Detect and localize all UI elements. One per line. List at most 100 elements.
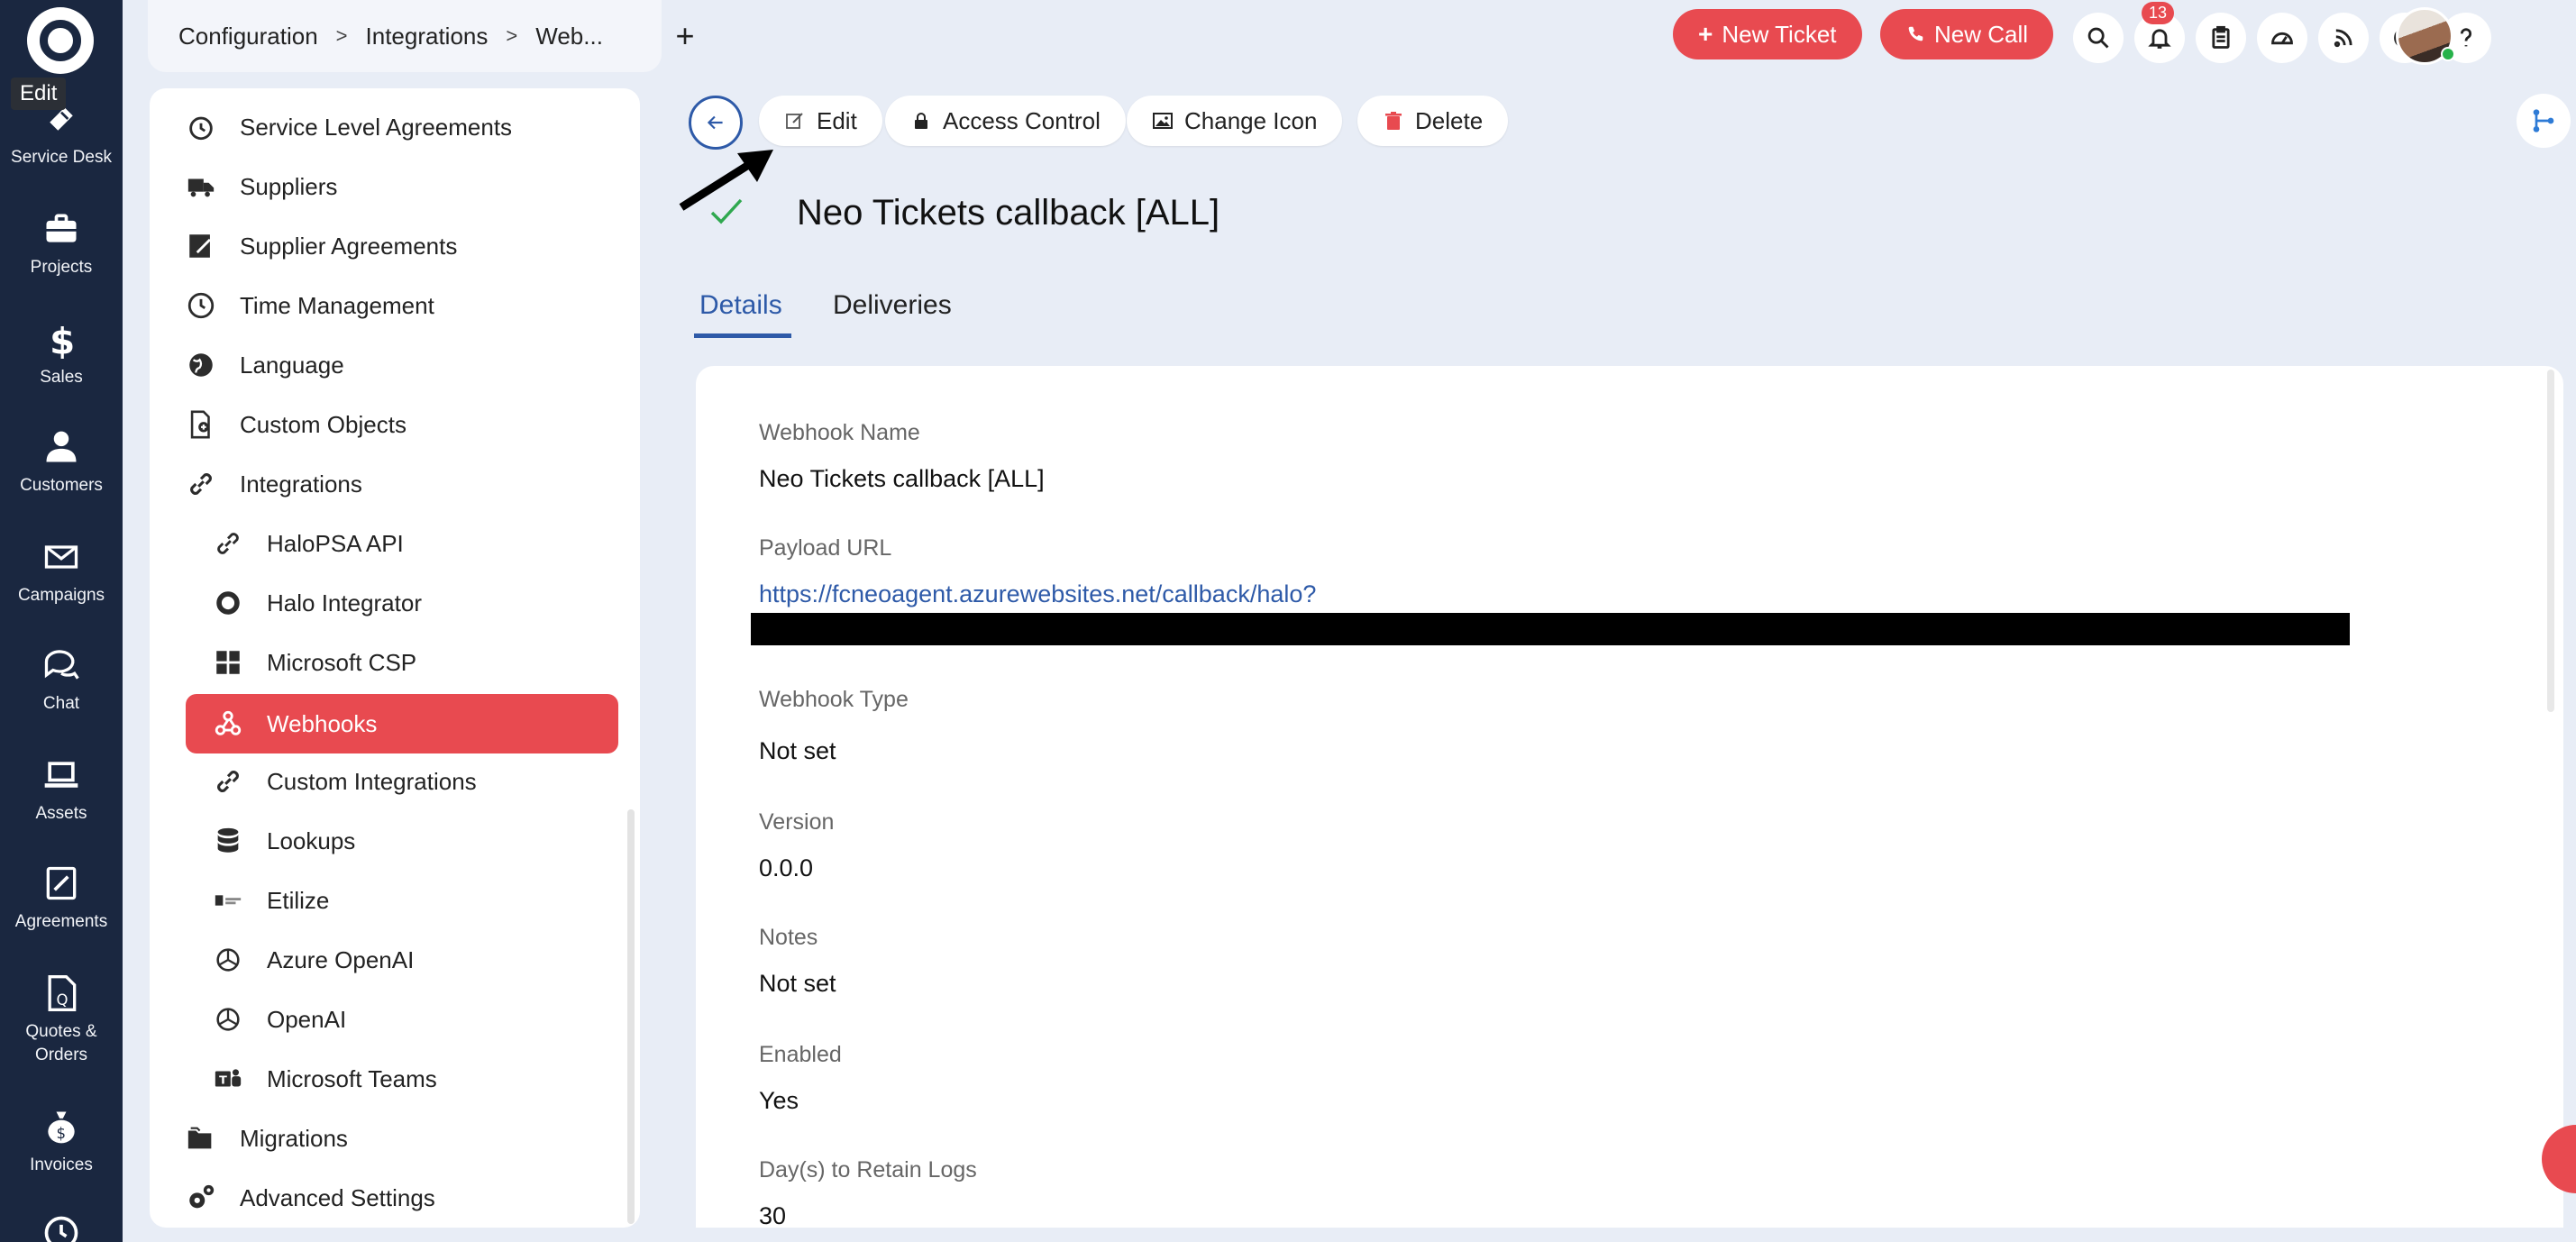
flow-button[interactable]	[2517, 94, 2571, 148]
plus-icon: +	[1698, 20, 1713, 48]
sidebar-item-lookups[interactable]: Lookups	[213, 815, 609, 867]
tab-details[interactable]: Details	[699, 290, 782, 321]
active-tab-indicator	[694, 333, 791, 338]
sidebar-item-time-management[interactable]: Time Management	[186, 279, 609, 332]
breadcrumb-separator: >	[335, 24, 348, 47]
sidebar-item-custom-objects[interactable]: Custom Objects	[186, 398, 609, 451]
access-control-button[interactable]: Access Control	[885, 96, 1126, 146]
sidebar-item-webhooks[interactable]: Webhooks	[186, 694, 618, 753]
search-button[interactable]	[2073, 13, 2124, 63]
breadcrumb-item[interactable]: Web...	[535, 23, 603, 50]
rail-item-chat[interactable]: Chat	[0, 645, 123, 716]
quote-document-icon: Q	[48, 975, 77, 1011]
sidebar-scrollbar[interactable]	[627, 809, 635, 1224]
back-button[interactable]	[689, 96, 743, 150]
sidebar-item-label: Supplier Agreements	[240, 232, 458, 260]
rail-label: Orders	[34, 1046, 88, 1064]
gears-icon	[189, 1184, 215, 1209]
folders-icon	[187, 1127, 212, 1149]
retain-logs-label: Day(s) to Retain Logs	[759, 1157, 977, 1183]
new-call-button[interactable]: New Call	[1880, 9, 2054, 59]
page-title: Neo Tickets callback [ALL]	[797, 193, 1220, 233]
rail-label: Assets	[35, 804, 87, 823]
sidebar-item-microsoft-teams[interactable]: T Microsoft Teams	[213, 1053, 609, 1105]
clipboard-icon	[2212, 25, 2230, 49]
rail-item-more[interactable]	[0, 1213, 123, 1242]
sidebar-item-label: Azure OpenAI	[267, 945, 415, 973]
change-icon-button[interactable]: Change Icon	[1127, 96, 1343, 146]
sidebar-item-custom-integrations[interactable]: Custom Integrations	[213, 755, 609, 808]
sidebar-item-label: Halo Integrator	[267, 589, 422, 616]
rss-icon	[2334, 29, 2352, 48]
person-icon	[46, 431, 77, 462]
webhook-icon	[215, 710, 242, 735]
image-icon	[1153, 113, 1173, 129]
delete-label: Delete	[1415, 106, 1484, 134]
webhook-type-value: Not set	[759, 737, 836, 764]
sidebar-item-label: Microsoft Teams	[267, 1064, 437, 1092]
sidebar-item-openai[interactable]: OpenAI	[213, 993, 609, 1046]
sidebar-item-halo-integrator[interactable]: Halo Integrator	[213, 577, 609, 629]
rail-item-agreements[interactable]: Agreements	[0, 863, 123, 934]
envelope-icon	[44, 545, 78, 569]
sidebar-item-azure-openai[interactable]: Azure OpenAI	[213, 934, 609, 986]
details-scrollbar[interactable]	[2547, 370, 2554, 712]
sidebar-item-label: Advanced Settings	[240, 1183, 435, 1211]
sidebar-item-language[interactable]: Language	[186, 339, 609, 391]
speedometer-icon	[2271, 32, 2293, 45]
change-icon-label: Change Icon	[1184, 106, 1318, 134]
laptop-icon	[44, 762, 78, 788]
new-ticket-button[interactable]: + New Ticket	[1673, 9, 1862, 59]
notification-count-badge: 13	[2141, 2, 2174, 24]
rail-label: Service Desk	[11, 148, 112, 167]
new-tab-button[interactable]: +	[663, 14, 707, 58]
sidebar-item-integrations[interactable]: Integrations	[186, 458, 609, 510]
sidebar-item-service-level-agreements[interactable]: Service Level Agreements	[186, 101, 609, 153]
sidebar-item-migrations[interactable]: Migrations	[186, 1112, 609, 1164]
delete-button[interactable]: Delete	[1357, 96, 1509, 146]
sidebar-item-supplier-agreements[interactable]: Supplier Agreements	[186, 220, 609, 272]
breadcrumb-item[interactable]: Integrations	[366, 23, 489, 50]
rail-item-sales[interactable]: $ Sales	[0, 319, 123, 389]
version-value: 0.0.0	[759, 854, 814, 881]
teams-icon: T	[215, 1069, 242, 1088]
sidebar-item-etilize[interactable]: Etilize	[213, 874, 609, 927]
halo-logo-icon[interactable]	[27, 7, 94, 74]
database-icon	[217, 827, 239, 853]
enabled-value: Yes	[759, 1087, 799, 1114]
sidebar-item-label: Microsoft CSP	[267, 648, 417, 676]
openai-icon	[216, 1008, 240, 1031]
rail-item-assets[interactable]: Assets	[0, 755, 123, 826]
settings-sidebar: Service Level Agreements Suppliers Suppl…	[150, 88, 640, 1228]
redaction-bar	[751, 613, 2350, 645]
rail-item-quotes-orders[interactable]: Q Quotes & Orders	[0, 973, 123, 1067]
trash-icon	[1385, 112, 1402, 130]
globe-icon	[189, 353, 213, 377]
clipboard-button[interactable]	[2196, 13, 2246, 63]
details-card	[696, 366, 2563, 1228]
rail-item-customers[interactable]: Customers	[0, 427, 123, 498]
rail-item-projects[interactable]: Projects	[0, 209, 123, 279]
rail-label: Invoices	[30, 1155, 93, 1174]
rail-item-campaigns[interactable]: Campaigns	[0, 537, 123, 607]
rail-item-invoices[interactable]: $ Invoices	[0, 1107, 123, 1177]
notifications-button[interactable]: 13	[2134, 2, 2185, 63]
webhook-type-label: Webhook Type	[759, 687, 909, 712]
sidebar-item-microsoft-csp[interactable]: Microsoft CSP	[213, 636, 609, 689]
briefcase-icon	[46, 214, 77, 242]
breadcrumb-item[interactable]: Configuration	[178, 23, 318, 50]
checkmark-icon	[710, 198, 743, 224]
branch-flow-icon	[2533, 109, 2554, 132]
sidebar-item-suppliers[interactable]: Suppliers	[186, 160, 609, 213]
sidebar-item-halopsa-api[interactable]: HaloPSA API	[213, 517, 609, 570]
online-status-indicator	[2441, 47, 2455, 61]
feed-button[interactable]	[2318, 13, 2369, 63]
dashboard-button[interactable]	[2257, 13, 2307, 63]
enabled-label: Enabled	[759, 1042, 842, 1067]
edit-button[interactable]: Edit	[759, 96, 882, 146]
sidebar-item-advanced-settings[interactable]: Advanced Settings	[186, 1172, 609, 1224]
webhook-name-label: Webhook Name	[759, 420, 920, 445]
money-bag-icon: $	[48, 1111, 75, 1144]
payload-url-link[interactable]: https://fcneoagent.azurewebsites.net/cal…	[759, 580, 1316, 608]
tab-deliveries[interactable]: Deliveries	[833, 290, 952, 321]
